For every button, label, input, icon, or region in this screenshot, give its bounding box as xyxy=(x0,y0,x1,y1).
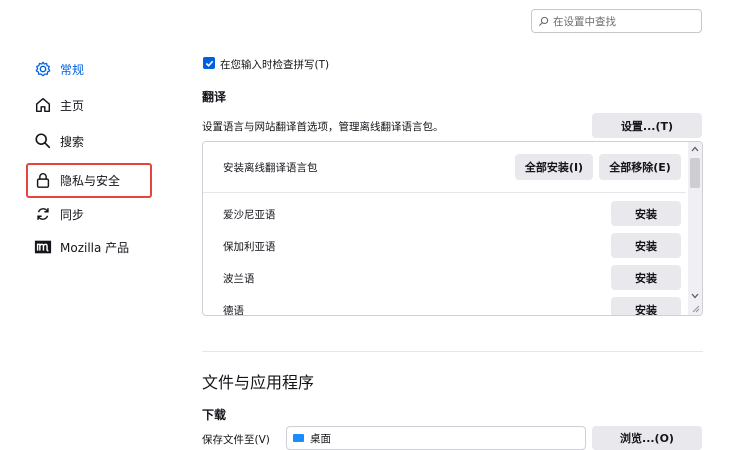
gear-icon xyxy=(35,61,51,77)
search-placeholder: 在设置中查找 xyxy=(553,15,616,28)
install-button[interactable]: 安装 xyxy=(611,297,681,315)
sidebar-item-privacy[interactable]: 隐私与安全 xyxy=(34,169,120,191)
language-name: 爱沙尼亚语 xyxy=(223,208,276,221)
table-scrollbar[interactable] xyxy=(688,142,702,315)
settings-search-input[interactable]: 在设置中查找 xyxy=(531,9,702,33)
sidebar-item-label: 常规 xyxy=(60,62,85,77)
section-divider xyxy=(202,351,703,352)
translation-description: 设置语言与网站翻译首选项，管理离线翻译语言包。 xyxy=(202,121,444,133)
table-row: 波兰语 安装 xyxy=(203,264,686,292)
download-folder-value: 桌面 xyxy=(310,432,331,445)
browse-button[interactable]: 浏览...(O) xyxy=(592,426,702,450)
files-apps-heading: 文件与应用程序 xyxy=(202,373,315,392)
table-header-row: 安装离线翻译语言包 全部安装(I) 全部移除(E) xyxy=(203,142,686,193)
install-header-label: 安装离线翻译语言包 xyxy=(223,161,318,174)
language-name: 保加利亚语 xyxy=(223,240,276,253)
save-to-label: 保存文件至(V) xyxy=(202,434,270,446)
sidebar-item-mozilla[interactable]: Mozilla 产品 xyxy=(34,236,129,258)
mozilla-icon xyxy=(34,240,52,254)
home-icon xyxy=(35,97,51,113)
remove-all-button[interactable]: 全部移除(E) xyxy=(599,154,681,180)
install-button[interactable]: 安装 xyxy=(611,265,681,290)
language-name: 德语 xyxy=(223,304,244,316)
language-name: 波兰语 xyxy=(223,272,255,285)
sidebar-item-sync[interactable]: 同步 xyxy=(34,203,84,225)
install-button[interactable]: 安装 xyxy=(611,201,681,226)
desktop-folder-icon xyxy=(293,434,304,442)
table-row: 爱沙尼亚语 安装 xyxy=(203,200,686,228)
sidebar-item-label: 搜索 xyxy=(60,134,85,149)
translation-heading: 翻译 xyxy=(202,90,227,104)
scroll-up-icon xyxy=(691,146,699,152)
sidebar-item-label: 主页 xyxy=(60,98,85,113)
spellcheck-label: 在您输入时检查拼写(T) xyxy=(220,59,330,71)
sidebar-item-label: Mozilla 产品 xyxy=(60,240,130,255)
downloads-heading: 下载 xyxy=(202,408,227,422)
search-icon xyxy=(538,16,549,26)
search-icon xyxy=(35,133,51,149)
sidebar-item-label: 同步 xyxy=(60,207,85,222)
scroll-down-icon xyxy=(691,293,699,299)
install-all-button[interactable]: 全部安装(I) xyxy=(515,154,593,180)
spellcheck-checkbox[interactable] xyxy=(203,57,215,69)
checkmark-icon xyxy=(205,60,213,67)
install-button[interactable]: 安装 xyxy=(611,233,681,258)
sidebar-item-home[interactable]: 主页 xyxy=(34,94,84,116)
table-row: 保加利亚语 安装 xyxy=(203,232,686,260)
scrollbar-thumb[interactable] xyxy=(690,158,700,188)
sync-icon xyxy=(37,208,49,220)
sidebar-item-general[interactable]: 常规 xyxy=(34,58,84,80)
lock-icon xyxy=(36,173,50,188)
sidebar-item-label: 隐私与安全 xyxy=(60,173,121,188)
resize-grip-icon[interactable] xyxy=(690,303,700,313)
translation-settings-button[interactable]: 设置...(T) xyxy=(592,113,702,138)
sidebar-item-search[interactable]: 搜索 xyxy=(34,130,84,152)
offline-translation-table: 安装离线翻译语言包 全部安装(I) 全部移除(E) 爱沙尼亚语 安装 保加利亚语… xyxy=(202,141,703,316)
table-row: 德语 安装 xyxy=(203,296,686,316)
download-folder-field[interactable]: 桌面 xyxy=(286,426,586,450)
